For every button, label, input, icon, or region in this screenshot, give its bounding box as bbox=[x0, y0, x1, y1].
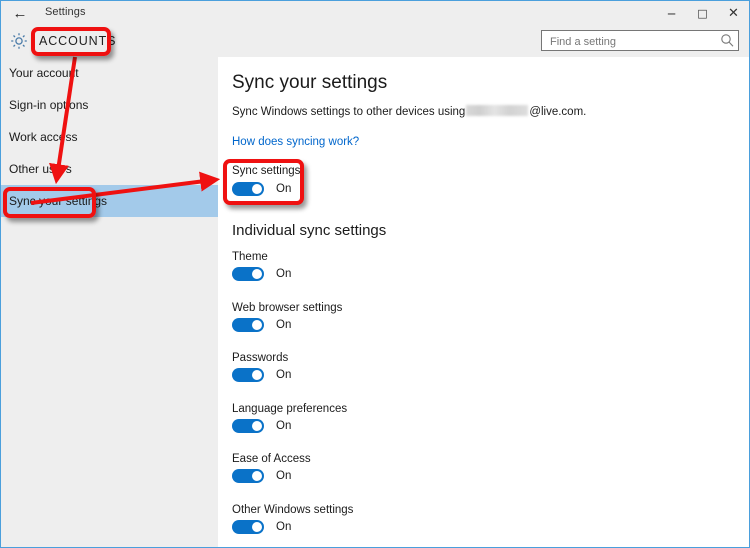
setting-label: Other Windows settings bbox=[232, 503, 354, 516]
other-windows-settings-toggle[interactable] bbox=[232, 519, 264, 534]
sidebar-item-sync-your-settings[interactable]: Sync your settings bbox=[1, 185, 218, 217]
setting-label: Theme bbox=[232, 251, 268, 263]
sidebar-nav: Your account Sign-in options Work access… bbox=[1, 57, 218, 547]
search-box[interactable] bbox=[541, 30, 739, 52]
setting-label: Language preferences bbox=[232, 402, 348, 415]
page-description: Sync Windows settings to other devices u… bbox=[232, 105, 587, 118]
title-bar: ← Settings ─ □ ✕ bbox=[1, 1, 749, 28]
sync-settings-toggle-state: On bbox=[276, 182, 292, 194]
sidebar-item-label: Sign-in options bbox=[9, 98, 89, 112]
theme-toggle[interactable] bbox=[232, 267, 264, 281]
setting-row: Language preferences On bbox=[232, 403, 749, 433]
toggle-knob bbox=[252, 420, 262, 431]
sidebar-item-work-access[interactable]: Work access bbox=[1, 121, 218, 153]
close-button[interactable]: ✕ bbox=[718, 1, 749, 27]
search-input[interactable] bbox=[548, 31, 720, 52]
category-header-bar: ACCOUNTS bbox=[1, 27, 749, 57]
toggle-knob bbox=[252, 521, 262, 532]
sidebar-item-other-users[interactable]: Other users bbox=[1, 153, 218, 185]
gear-icon bbox=[9, 31, 29, 51]
setting-toggle-row: On bbox=[232, 519, 749, 534]
setting-toggle-row: On bbox=[232, 267, 749, 281]
setting-toggle-row: On bbox=[232, 469, 749, 483]
sync-settings-label: Sync settings bbox=[232, 164, 301, 176]
maximize-button[interactable]: □ bbox=[687, 1, 718, 27]
sidebar-item-label: Work access bbox=[9, 130, 78, 144]
setting-label: Ease of Access bbox=[232, 453, 311, 465]
toggle-knob bbox=[252, 269, 262, 279]
search-icon[interactable] bbox=[720, 33, 734, 48]
ease-of-access-toggle[interactable] bbox=[232, 469, 264, 483]
sidebar-item-label: Other users bbox=[9, 162, 72, 176]
web-browser-settings-toggle[interactable] bbox=[232, 317, 264, 332]
setting-toggle-state: On bbox=[276, 470, 292, 482]
setting-toggle-state: On bbox=[276, 419, 292, 432]
setting-row: Theme On bbox=[232, 251, 749, 281]
individual-sync-settings-heading: Individual sync settings bbox=[232, 222, 387, 239]
setting-label: Passwords bbox=[232, 352, 289, 364]
page-category-title: ACCOUNTS bbox=[39, 34, 117, 48]
sidebar-item-your-account[interactable]: Your account bbox=[1, 57, 218, 89]
page-title: Sync your settings bbox=[232, 72, 388, 93]
toggle-knob bbox=[252, 319, 262, 330]
setting-row: Ease of Access On bbox=[232, 453, 749, 483]
back-arrow-icon[interactable]: ← bbox=[10, 4, 30, 24]
passwords-toggle[interactable] bbox=[232, 368, 264, 382]
sidebar-item-label: Sync your settings bbox=[9, 194, 108, 208]
setting-toggle-row: On bbox=[232, 418, 749, 433]
minimize-button[interactable]: ─ bbox=[656, 1, 687, 27]
setting-toggle-state: On bbox=[276, 268, 292, 280]
settings-window: ← Settings ─ □ ✕ ACCOUNTS Find a setting… bbox=[0, 0, 750, 548]
sidebar-item-sign-in-options[interactable]: Sign-in options bbox=[1, 89, 218, 121]
setting-label: Web browser settings bbox=[232, 301, 343, 314]
sync-settings-toggle[interactable] bbox=[232, 181, 264, 195]
setting-toggle-state: On bbox=[276, 520, 292, 533]
setting-toggle-state: On bbox=[276, 318, 292, 331]
setting-toggle-row: On bbox=[232, 317, 749, 332]
page-description-suffix: @live.com. bbox=[529, 106, 587, 118]
how-does-syncing-work-link[interactable]: How does syncing work? bbox=[232, 136, 359, 148]
individual-sync-settings-list: Theme On Web browser settings On Passwor… bbox=[232, 251, 749, 547]
setting-toggle-row: On bbox=[232, 368, 749, 382]
redacted-email-blur bbox=[466, 105, 529, 117]
page-description-prefix: Sync Windows settings to other devices u… bbox=[232, 106, 466, 118]
setting-row: Web browser settings On bbox=[232, 302, 749, 332]
sidebar-item-label: Your account bbox=[9, 66, 79, 80]
toggle-knob bbox=[252, 183, 262, 193]
content-pane: Sync your settings Sync Windows settings… bbox=[218, 57, 749, 547]
language-preferences-toggle[interactable] bbox=[232, 418, 264, 433]
setting-row: Passwords On bbox=[232, 352, 749, 382]
setting-row: Other Windows settings On bbox=[232, 504, 749, 534]
setting-toggle-state: On bbox=[276, 369, 292, 381]
window-title: Settings bbox=[45, 6, 86, 18]
sync-settings-toggle-row: On bbox=[232, 181, 291, 195]
toggle-knob bbox=[252, 370, 262, 380]
toggle-knob bbox=[252, 471, 262, 481]
